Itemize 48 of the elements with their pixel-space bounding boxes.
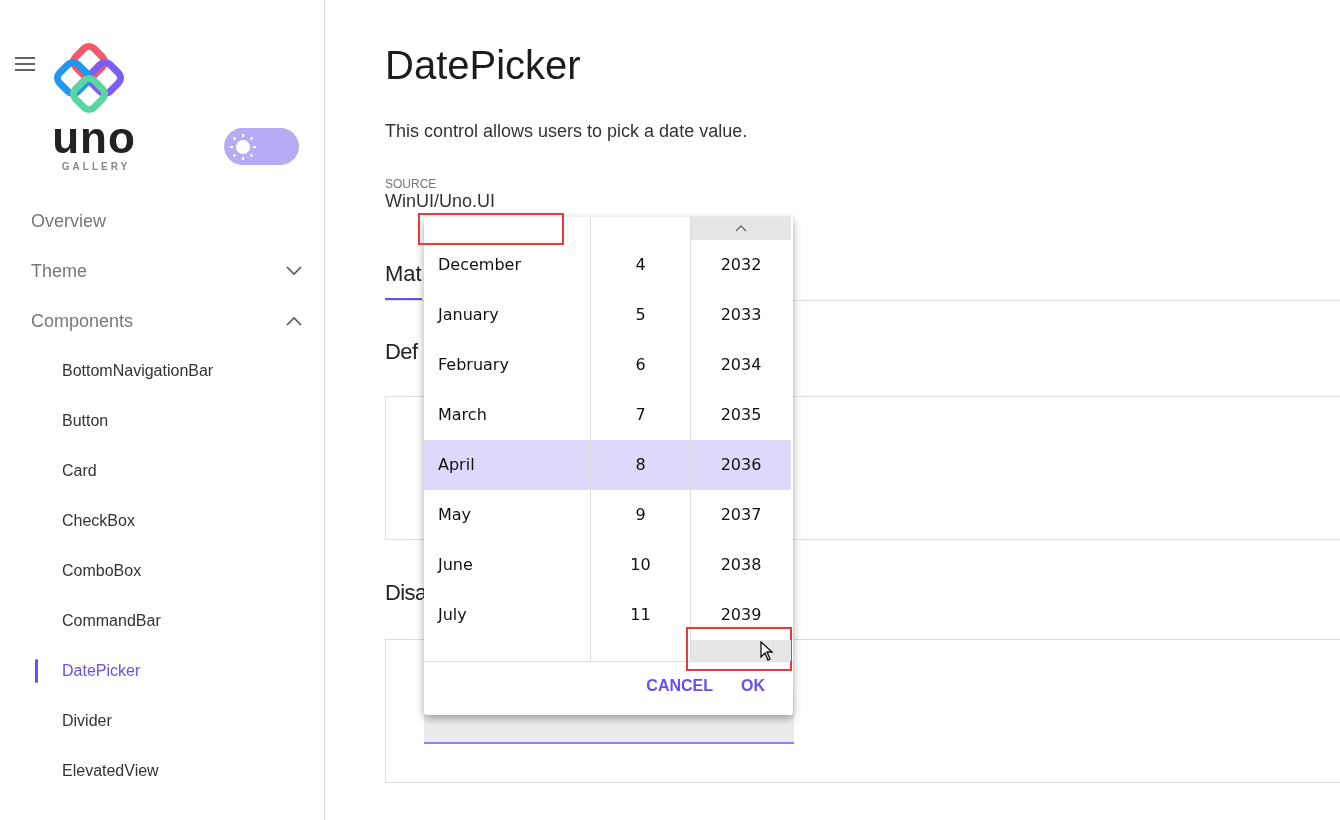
picker-item[interactable]: 2033	[691, 290, 791, 340]
picker-item[interactable]: 2037	[691, 490, 791, 540]
nav-item[interactable]: CheckBox	[0, 496, 324, 546]
picker-item[interactable]: 5	[591, 290, 690, 340]
picker-item[interactable]: 11	[591, 590, 690, 640]
picker-item[interactable]: April	[424, 440, 590, 490]
picker-item[interactable]: May	[424, 490, 590, 540]
picker-item[interactable]: 2038	[691, 540, 791, 590]
picker-item[interactable]: December	[424, 240, 590, 290]
picker-item[interactable]: 2036	[691, 440, 791, 490]
nav-item[interactable]: CommandBar	[0, 596, 324, 646]
ok-button[interactable]: OK	[733, 670, 773, 702]
picker-item[interactable]: 2039	[691, 590, 791, 640]
picker-item[interactable]: 8	[591, 440, 690, 490]
source-text: WinUI/Uno.UI	[385, 191, 497, 211]
nav-item[interactable]: Button	[0, 396, 324, 446]
source-label: SOURCE	[385, 177, 438, 191]
nav-item[interactable]: ElevatedView	[0, 746, 324, 796]
picker-item[interactable]: 6	[591, 340, 690, 390]
picker-item[interactable]: 4	[591, 240, 690, 290]
nav-item[interactable]: Card	[0, 446, 324, 496]
picker-item[interactable]: 7	[591, 390, 690, 440]
picker-item[interactable]: 2035	[691, 390, 791, 440]
description: This control allows users to pick a date value.	[385, 120, 749, 143]
nav-item-label: Components	[31, 309, 134, 333]
picker-item[interactable]: January	[424, 290, 590, 340]
picker-item[interactable]: 2034	[691, 340, 791, 390]
picker-item[interactable]: March	[424, 390, 590, 440]
picker-item[interactable]: February	[424, 340, 590, 390]
logo-subtitle: GALLERY	[60, 160, 132, 174]
nav-group[interactable]: Components	[0, 296, 324, 346]
cancel-button[interactable]: CANCEL	[638, 670, 721, 702]
picker-item[interactable]: 9	[591, 490, 690, 540]
nav-item[interactable]: Overview	[0, 196, 324, 246]
nav-item[interactable]: Divider	[0, 696, 324, 746]
nav-item-label: Theme	[31, 259, 88, 283]
picker-item[interactable]: July	[424, 590, 590, 640]
logo-text: uno	[51, 118, 137, 158]
picker-item[interactable]: 2032	[691, 240, 791, 290]
nav-item[interactable]: ComboBox	[0, 546, 324, 596]
nav-item[interactable]: DatePicker	[0, 646, 324, 696]
picker-item[interactable]: 10	[591, 540, 690, 590]
tab[interactable]: Mat	[385, 257, 422, 300]
page-title: DatePicker	[385, 42, 582, 88]
section-heading: Def	[385, 338, 418, 366]
picker-item[interactable]: June	[424, 540, 590, 590]
nav-item[interactable]: BottomNavigationBar	[0, 346, 324, 396]
nav-group[interactable]: Theme	[0, 246, 324, 296]
